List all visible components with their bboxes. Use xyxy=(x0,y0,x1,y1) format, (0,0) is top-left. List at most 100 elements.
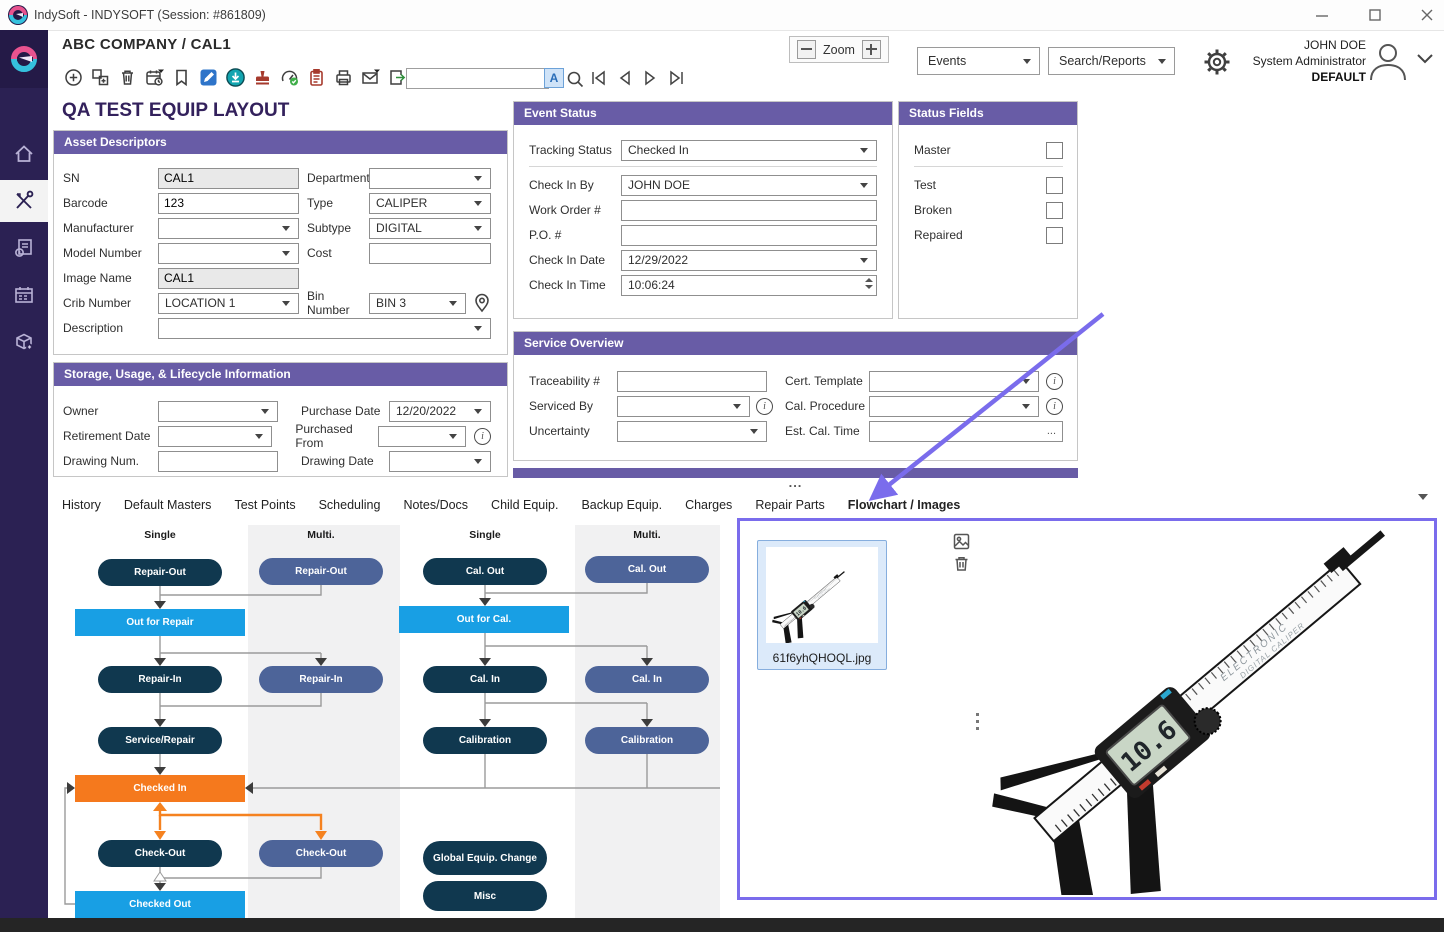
info-icon[interactable] xyxy=(1046,373,1063,390)
cost-field[interactable] xyxy=(369,243,491,264)
flow-node-service-repair[interactable]: Service/Repair xyxy=(98,727,222,754)
flow-node-out-for-cal[interactable]: Out for Cal. xyxy=(399,606,569,633)
tabs-overflow-chevron-icon[interactable] xyxy=(1418,494,1428,500)
type-dropdown[interactable]: CALIPER xyxy=(369,193,491,214)
maximize-button[interactable] xyxy=(1358,0,1392,30)
add-record-icon[interactable] xyxy=(64,68,83,87)
events-dropdown[interactable]: Events xyxy=(917,47,1040,75)
info-icon[interactable] xyxy=(756,398,773,415)
flow-node-check-out-multi[interactable]: Check-Out xyxy=(259,840,383,867)
flow-node-cal-in-single[interactable]: Cal. In xyxy=(423,666,547,693)
match-case-button[interactable]: A xyxy=(544,68,564,88)
master-checkbox[interactable] xyxy=(1046,142,1063,159)
traceability-field[interactable] xyxy=(617,371,767,392)
location-pin-icon[interactable] xyxy=(473,293,491,313)
model-number-dropdown[interactable] xyxy=(158,243,299,264)
sidebar-item-billing[interactable] xyxy=(0,228,48,268)
flow-node-cal-out-single[interactable]: Cal. Out xyxy=(423,558,547,585)
broken-checkbox[interactable] xyxy=(1046,202,1063,219)
flow-node-checked-out[interactable]: Checked Out xyxy=(75,891,245,918)
print-icon[interactable] xyxy=(334,68,353,87)
subtype-dropdown[interactable]: DIGITAL xyxy=(369,218,491,239)
next-record-icon[interactable] xyxy=(643,70,658,86)
drawing-num-field[interactable] xyxy=(158,451,278,472)
check-in-icon[interactable] xyxy=(226,68,245,87)
manufacturer-dropdown[interactable] xyxy=(158,218,299,239)
flow-node-check-out-single[interactable]: Check-Out xyxy=(98,840,222,867)
last-record-icon[interactable] xyxy=(668,70,685,86)
uncertainty-dropdown[interactable] xyxy=(617,421,767,442)
search-input[interactable] xyxy=(406,68,549,89)
flow-node-global-equip-change[interactable]: Global Equip. Change xyxy=(423,841,547,875)
gauge-status-icon[interactable] xyxy=(280,68,299,87)
flow-node-repair-out-single[interactable]: Repair-Out xyxy=(98,559,222,586)
flow-node-calibration-multi[interactable]: Calibration xyxy=(585,727,709,754)
time-spinner[interactable] xyxy=(865,278,873,289)
minimize-button[interactable] xyxy=(1305,0,1339,30)
export-record-icon[interactable] xyxy=(388,68,407,87)
previous-record-icon[interactable] xyxy=(617,70,632,86)
email-icon[interactable] xyxy=(361,68,380,87)
flow-node-out-for-repair[interactable]: Out for Repair xyxy=(75,609,245,636)
sidebar-item-inventory[interactable] xyxy=(0,322,48,362)
check-in-by-dropdown[interactable]: JOHN DOE xyxy=(621,175,877,196)
test-checkbox[interactable] xyxy=(1046,177,1063,194)
tab-history[interactable]: History xyxy=(62,498,101,521)
tab-backup-equip[interactable]: Backup Equip. xyxy=(581,498,662,521)
tab-notes-docs[interactable]: Notes/Docs xyxy=(403,498,468,521)
purchase-date-dropdown[interactable]: 12/20/2022 xyxy=(389,401,491,422)
splitter-handle[interactable] xyxy=(976,713,979,730)
cal-procedure-dropdown[interactable] xyxy=(869,396,1039,417)
tab-charges[interactable]: Charges xyxy=(685,498,732,521)
tab-scheduling[interactable]: Scheduling xyxy=(319,498,381,521)
zoom-in-button[interactable] xyxy=(862,40,881,59)
user-menu-chevron-icon[interactable] xyxy=(1416,53,1434,65)
flow-node-calibration-single[interactable]: Calibration xyxy=(423,727,547,754)
retirement-date-dropdown[interactable] xyxy=(158,426,272,447)
flow-node-misc[interactable]: Misc xyxy=(423,881,547,911)
purchased-from-dropdown[interactable] xyxy=(378,426,466,447)
info-icon[interactable] xyxy=(474,428,491,445)
po-number-field[interactable] xyxy=(621,225,877,246)
duplicate-record-icon[interactable] xyxy=(91,68,110,87)
search-icon[interactable] xyxy=(566,70,584,88)
flow-node-cal-in-multi[interactable]: Cal. In xyxy=(585,666,709,693)
flow-node-checked-in[interactable]: Checked In xyxy=(75,775,245,802)
more-sections-indicator[interactable]: ... xyxy=(513,475,1078,490)
bookmark-icon[interactable] xyxy=(172,68,191,87)
edit-note-icon[interactable] xyxy=(199,68,218,87)
check-in-time-field[interactable]: 10:06:24 xyxy=(621,275,877,296)
set-default-image-icon[interactable] xyxy=(953,533,970,550)
info-icon[interactable] xyxy=(1046,398,1063,415)
tab-test-points[interactable]: Test Points xyxy=(234,498,295,521)
drawing-date-dropdown[interactable] xyxy=(389,451,491,472)
image-thumbnail-card[interactable]: 61f6yhQHOQL.jpg xyxy=(757,540,887,670)
avatar[interactable] xyxy=(1366,40,1410,82)
user-info[interactable]: JOHN DOE System Administrator DEFAULT xyxy=(1253,37,1366,85)
image-thumbnail[interactable] xyxy=(766,547,878,643)
flow-node-cal-out-multi[interactable]: Cal. Out xyxy=(585,556,709,583)
flow-node-repair-out-multi[interactable]: Repair-Out xyxy=(259,558,383,585)
crib-number-dropdown[interactable]: LOCATION 1 xyxy=(158,293,299,314)
check-in-date-dropdown[interactable]: 12/29/2022 xyxy=(621,250,877,271)
settings-gear-icon[interactable] xyxy=(1199,44,1235,80)
cert-template-dropdown[interactable] xyxy=(869,371,1039,392)
department-dropdown[interactable] xyxy=(369,168,491,189)
tracking-status-dropdown[interactable]: Checked In xyxy=(621,140,877,161)
stamp-icon[interactable] xyxy=(253,68,272,87)
sidebar-item-equipment-tools[interactable] xyxy=(0,180,48,222)
bin-number-dropdown[interactable]: BIN 3 xyxy=(369,293,466,314)
delete-image-icon[interactable] xyxy=(953,555,970,572)
description-dropdown[interactable] xyxy=(158,318,491,339)
clipboard-icon[interactable] xyxy=(307,68,326,87)
sidebar-item-calendar[interactable] xyxy=(0,275,48,315)
repaired-checkbox[interactable] xyxy=(1046,227,1063,244)
serviced-by-dropdown[interactable] xyxy=(617,396,750,417)
barcode-field[interactable] xyxy=(158,193,299,214)
sidebar-item-home[interactable] xyxy=(0,134,48,174)
est-cal-time-field[interactable]: ... xyxy=(869,421,1063,442)
delete-record-icon[interactable] xyxy=(118,68,137,87)
tab-child-equip[interactable]: Child Equip. xyxy=(491,498,558,521)
event-schedule-icon[interactable] xyxy=(145,68,164,87)
first-record-icon[interactable] xyxy=(590,70,607,86)
